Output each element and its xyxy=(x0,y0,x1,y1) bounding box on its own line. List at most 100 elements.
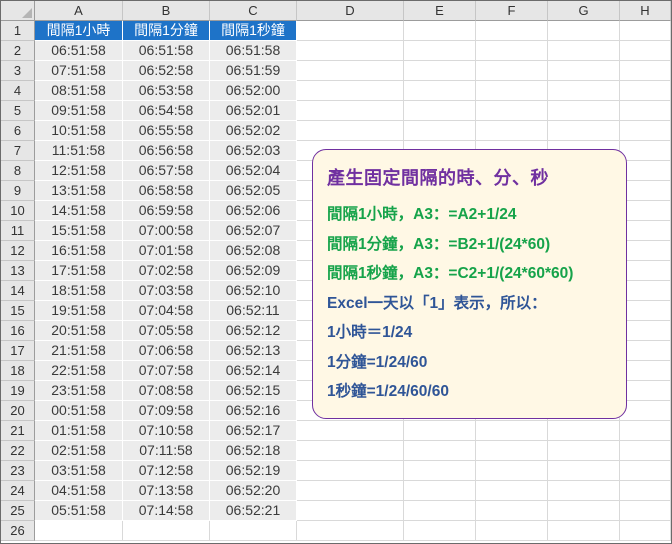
time-cell[interactable]: 06:51:58 xyxy=(123,41,210,61)
empty-cell[interactable] xyxy=(476,441,548,461)
time-cell[interactable]: 06:52:20 xyxy=(210,481,297,501)
time-cell[interactable]: 07:06:58 xyxy=(123,341,210,361)
empty-cell[interactable] xyxy=(476,501,548,521)
time-cell[interactable]: 06:58:58 xyxy=(123,181,210,201)
empty-cell[interactable] xyxy=(297,21,404,41)
empty-cell[interactable] xyxy=(297,421,404,441)
empty-cell[interactable] xyxy=(620,421,671,441)
time-cell[interactable]: 06:52:03 xyxy=(210,141,297,161)
row-header[interactable]: 23 xyxy=(1,461,35,481)
empty-cell[interactable] xyxy=(404,441,476,461)
time-cell[interactable]: 07:05:58 xyxy=(123,321,210,341)
empty-cell[interactable] xyxy=(620,521,671,541)
time-cell[interactable]: 06:52:10 xyxy=(210,281,297,301)
time-cell[interactable]: 06:53:58 xyxy=(123,81,210,101)
time-cell[interactable]: 07:14:58 xyxy=(123,501,210,521)
empty-cell[interactable] xyxy=(620,461,671,481)
empty-cell[interactable] xyxy=(620,381,671,401)
empty-cell[interactable] xyxy=(476,461,548,481)
empty-cell[interactable] xyxy=(476,521,548,541)
empty-cell[interactable] xyxy=(297,81,404,101)
empty-cell[interactable] xyxy=(404,121,476,141)
time-cell[interactable]: 03:51:58 xyxy=(35,461,123,481)
empty-cell[interactable] xyxy=(620,141,671,161)
row-header[interactable]: 13 xyxy=(1,261,35,281)
empty-cell[interactable] xyxy=(620,101,671,121)
empty-cell[interactable] xyxy=(620,501,671,521)
empty-cell[interactable] xyxy=(620,21,671,41)
empty-cell[interactable] xyxy=(620,361,671,381)
empty-cell[interactable] xyxy=(297,41,404,61)
time-cell[interactable]: 10:51:58 xyxy=(35,121,123,141)
time-cell[interactable]: 06:52:02 xyxy=(210,121,297,141)
empty-cell[interactable] xyxy=(476,121,548,141)
time-cell[interactable]: 06:52:14 xyxy=(210,361,297,381)
time-cell[interactable]: 06:55:58 xyxy=(123,121,210,141)
empty-cell[interactable] xyxy=(620,221,671,241)
time-cell[interactable]: 06:51:58 xyxy=(35,41,123,61)
time-cell[interactable]: 06:52:18 xyxy=(210,441,297,461)
empty-cell[interactable] xyxy=(297,521,404,541)
empty-cell[interactable] xyxy=(404,21,476,41)
time-cell[interactable]: 07:02:58 xyxy=(123,261,210,281)
empty-cell[interactable] xyxy=(297,481,404,501)
empty-cell[interactable] xyxy=(297,441,404,461)
empty-cell[interactable] xyxy=(404,61,476,81)
time-cell[interactable]: 06:52:58 xyxy=(123,61,210,81)
empty-cell[interactable] xyxy=(620,281,671,301)
row-header[interactable]: 20 xyxy=(1,401,35,421)
time-cell[interactable]: 06:52:09 xyxy=(210,261,297,281)
empty-cell[interactable] xyxy=(548,121,620,141)
empty-cell[interactable] xyxy=(548,101,620,121)
column-header-c[interactable]: C xyxy=(210,1,297,21)
row-header[interactable]: 15 xyxy=(1,301,35,321)
time-cell[interactable]: 01:51:58 xyxy=(35,421,123,441)
time-cell[interactable]: 06:52:00 xyxy=(210,81,297,101)
empty-cell[interactable] xyxy=(548,61,620,81)
time-cell[interactable]: 06:51:58 xyxy=(210,41,297,61)
row-header[interactable]: 19 xyxy=(1,381,35,401)
time-cell[interactable]: 17:51:58 xyxy=(35,261,123,281)
row-header[interactable]: 5 xyxy=(1,101,35,121)
row-header[interactable]: 22 xyxy=(1,441,35,461)
empty-cell[interactable] xyxy=(620,41,671,61)
time-cell[interactable]: 14:51:58 xyxy=(35,201,123,221)
row-header[interactable]: 10 xyxy=(1,201,35,221)
empty-cell[interactable] xyxy=(476,41,548,61)
empty-cell[interactable] xyxy=(620,161,671,181)
time-cell[interactable]: 06:51:59 xyxy=(210,61,297,81)
row-header[interactable]: 26 xyxy=(1,521,35,541)
column-header-d[interactable]: D xyxy=(297,1,404,21)
empty-cell[interactable] xyxy=(620,341,671,361)
column-header-e[interactable]: E xyxy=(404,1,476,21)
time-cell[interactable]: 06:52:21 xyxy=(210,501,297,521)
time-cell[interactable]: 06:52:16 xyxy=(210,401,297,421)
empty-cell[interactable] xyxy=(548,481,620,501)
time-cell[interactable]: 23:51:58 xyxy=(35,381,123,401)
time-cell[interactable]: 07:07:58 xyxy=(123,361,210,381)
empty-cell[interactable] xyxy=(35,521,123,541)
row-header[interactable]: 21 xyxy=(1,421,35,441)
time-cell[interactable]: 07:10:58 xyxy=(123,421,210,441)
empty-cell[interactable] xyxy=(620,61,671,81)
empty-cell[interactable] xyxy=(404,41,476,61)
empty-cell[interactable] xyxy=(620,481,671,501)
column-header-g[interactable]: G xyxy=(548,1,620,21)
empty-cell[interactable] xyxy=(404,461,476,481)
time-cell[interactable]: 06:52:17 xyxy=(210,421,297,441)
empty-cell[interactable] xyxy=(548,461,620,481)
time-cell[interactable]: 07:08:58 xyxy=(123,381,210,401)
empty-cell[interactable] xyxy=(620,121,671,141)
empty-cell[interactable] xyxy=(620,181,671,201)
row-header[interactable]: 25 xyxy=(1,501,35,521)
time-cell[interactable]: 16:51:58 xyxy=(35,241,123,261)
time-cell[interactable]: 07:01:58 xyxy=(123,241,210,261)
time-cell[interactable]: 02:51:58 xyxy=(35,441,123,461)
empty-cell[interactable] xyxy=(548,421,620,441)
empty-cell[interactable] xyxy=(476,481,548,501)
time-cell[interactable]: 07:09:58 xyxy=(123,401,210,421)
time-cell[interactable]: 06:52:05 xyxy=(210,181,297,201)
time-cell[interactable]: 05:51:58 xyxy=(35,501,123,521)
header-cell[interactable]: 間隔1小時 xyxy=(35,21,123,41)
empty-cell[interactable] xyxy=(548,41,620,61)
